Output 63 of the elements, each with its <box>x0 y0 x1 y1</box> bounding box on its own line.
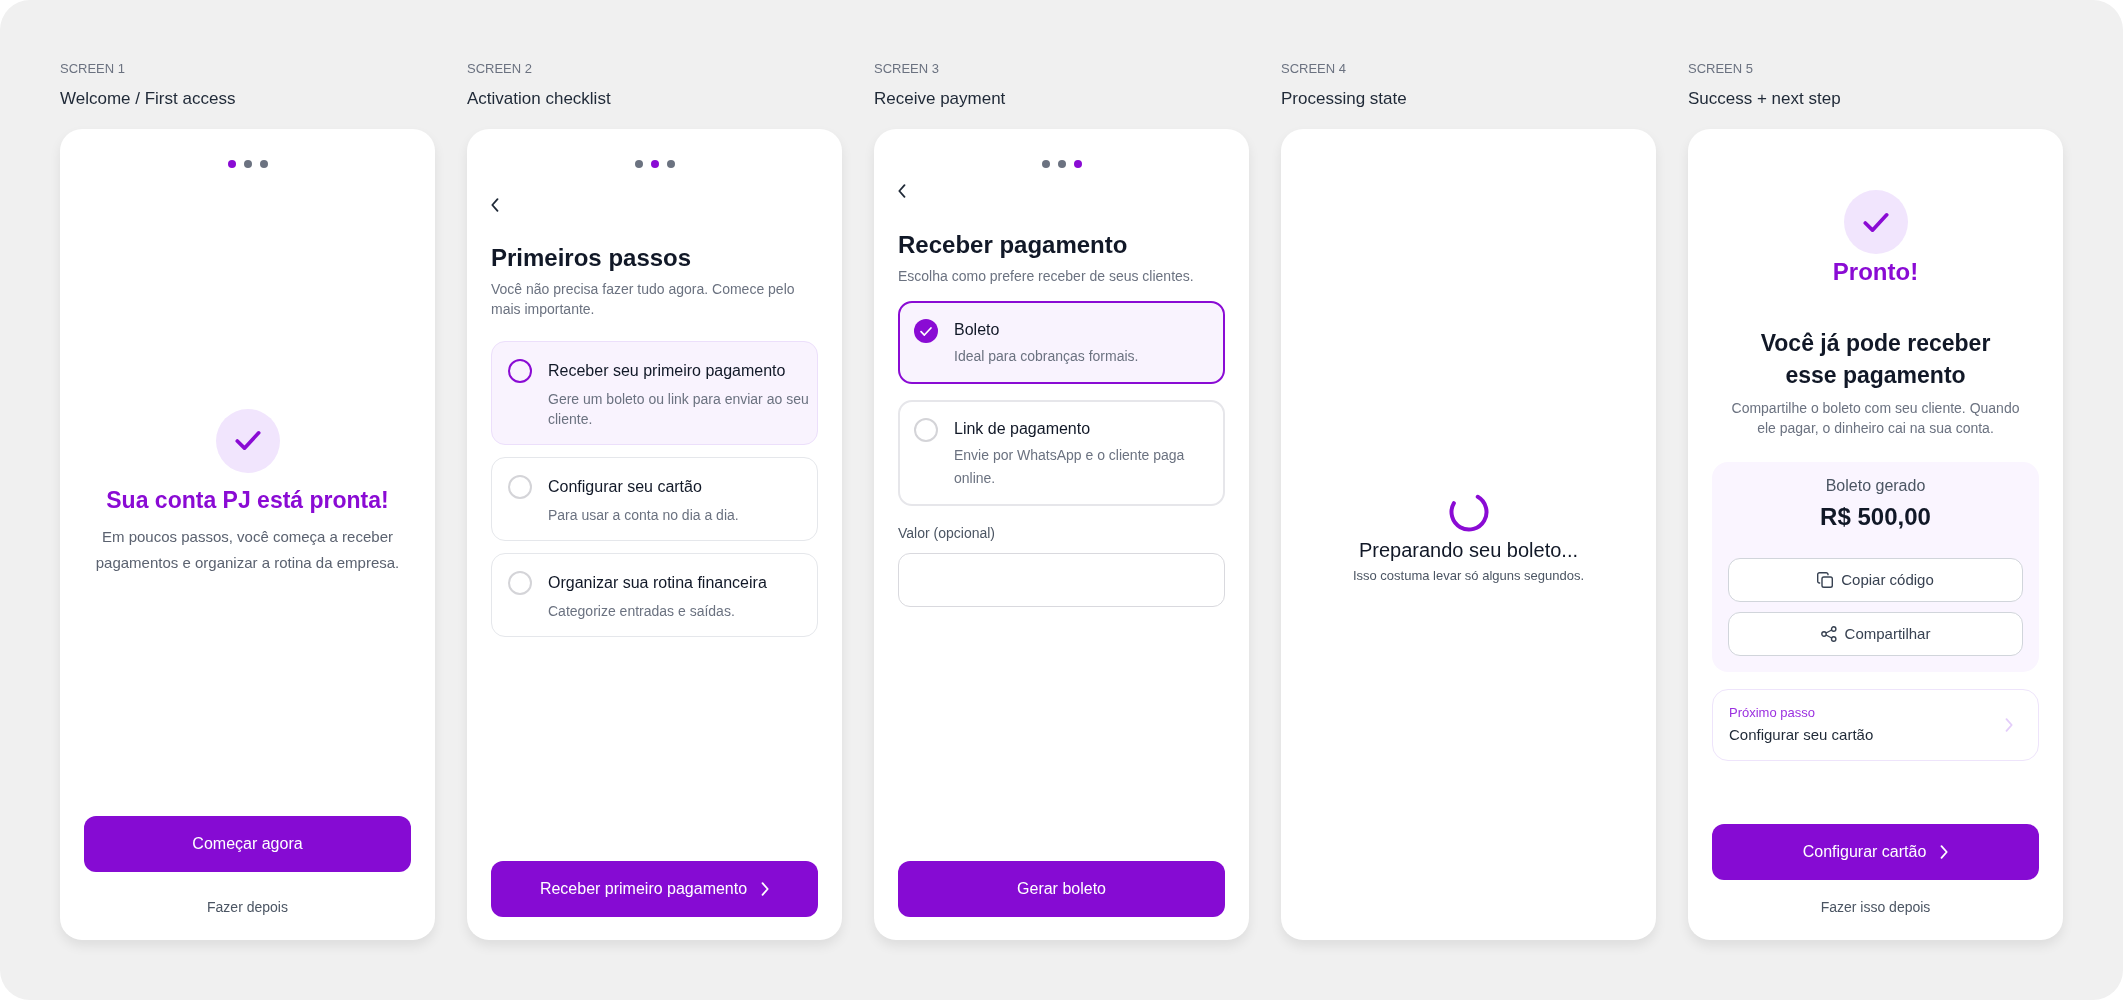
processing-hint: Isso costuma levar só alguns segundos. <box>1352 566 1585 585</box>
option-description: Envie por WhatsApp e o cliente paga online. <box>954 446 1186 488</box>
option-description: Ideal para cobranças formais. <box>954 347 1139 366</box>
next-step-caption: Próximo passo <box>1729 704 1816 722</box>
radio-icon <box>914 418 938 442</box>
processing-message: Preparando seu boleto... <box>1358 537 1578 563</box>
page-heading: Primeiros passos <box>491 243 693 273</box>
primary-button[interactable]: Configurar cartão <box>1712 824 2039 880</box>
copy-code-button[interactable]: Copiar código <box>1728 558 2023 602</box>
screen-label: SCREEN 2 <box>467 61 534 77</box>
item-title: Receber seu primeiro pagamento <box>548 361 787 381</box>
payment-option[interactable]: Boleto Ideal para cobranças formais. <box>898 301 1225 384</box>
primary-button[interactable]: Começar agora <box>84 816 411 872</box>
radio-checked-icon <box>914 319 938 343</box>
share-button[interactable]: Compartilhar <box>1728 612 2023 656</box>
amount-input[interactable] <box>898 553 1225 607</box>
item-title: Organizar sua rotina financeira <box>548 573 767 593</box>
payment-option[interactable]: Link de pagamento Envie por WhatsApp e o cliente paga online. <box>898 400 1225 506</box>
success-heading: Sua conta PJ está pronta! <box>106 485 389 515</box>
field-label: Valor (opcional) <box>898 524 996 543</box>
item-title: Configurar seu cartão <box>548 477 703 497</box>
screen-title: Activation checklist <box>467 88 612 110</box>
status-title: Pronto! <box>1832 257 1919 287</box>
checklist-item[interactable]: Receber seu primeiro pagamento Gere um boleto ou link para enviar ao seu cliente. <box>491 341 818 445</box>
screen-title: Success + next step <box>1688 88 1842 110</box>
next-step-title: Configurar seu cartão <box>1729 725 1874 745</box>
page-description: Compartilhe o boleto com seu cliente. Quando ele pagar, o dinheiro cai na sua conta. <box>1730 399 2021 438</box>
welcome-description: Em poucos passos, você começa a receber pagamentos e organizar a rotina da empresa. <box>94 526 401 573</box>
copy-icon <box>1817 572 1834 588</box>
later-link[interactable]: Fazer depois <box>207 897 288 917</box>
next-step-card[interactable]: Próximo passo Configurar seu cartão <box>1712 689 2039 761</box>
later-link[interactable]: Fazer isso depois <box>1820 897 1931 917</box>
screen-label: SCREEN 3 <box>874 61 941 77</box>
screen-label: SCREEN 4 <box>1281 61 1348 77</box>
item-description: Para usar a conta no dia a dia. <box>548 506 739 525</box>
chevron-left-icon[interactable] <box>491 198 499 212</box>
screen-label: SCREEN 5 <box>1688 61 1755 77</box>
boleto-caption: Boleto gerado <box>1825 476 1926 496</box>
checklist-item[interactable]: Organizar sua rotina financeira Categorize entradas e saídas. <box>491 553 818 637</box>
page-subtitle: Você não precisa fazer tudo agora. Comece pelo mais importante. <box>491 280 796 319</box>
page-heading: Receber pagamento <box>898 230 1129 260</box>
checklist-item[interactable]: Configurar seu cartão Para usar a conta no dia a dia. <box>491 457 818 541</box>
chevron-right-icon <box>761 882 770 896</box>
share-icon <box>1820 626 1837 642</box>
radio-icon <box>508 475 532 499</box>
item-description: Categorize entradas e saídas. <box>548 602 736 621</box>
chevron-right-icon <box>1940 845 1949 859</box>
screen-title: Welcome / First access <box>60 88 237 110</box>
primary-button[interactable]: Gerar boleto <box>898 861 1225 917</box>
primary-button[interactable]: Receber primeiro pagamento <box>491 861 818 917</box>
screen-title: Processing state <box>1281 88 1408 110</box>
radio-icon <box>508 359 532 383</box>
chevron-right-icon <box>2005 718 2013 732</box>
page-subtitle: Escolha como prefere receber de seus clientes. <box>898 267 1195 286</box>
screen-title: Receive payment <box>874 88 1007 110</box>
screen-label: SCREEN 1 <box>60 61 127 77</box>
item-description: Gere um boleto ou link para enviar ao seu cliente. <box>548 390 809 429</box>
boleto-amount: R$ 500,00 <box>1820 502 1931 532</box>
page-heading: Você já pode receber esse pagamento <box>1759 329 1992 390</box>
option-title: Boleto <box>954 320 1001 340</box>
chevron-left-icon[interactable] <box>898 184 906 198</box>
radio-icon <box>508 571 532 595</box>
option-title: Link de pagamento <box>954 419 1092 439</box>
